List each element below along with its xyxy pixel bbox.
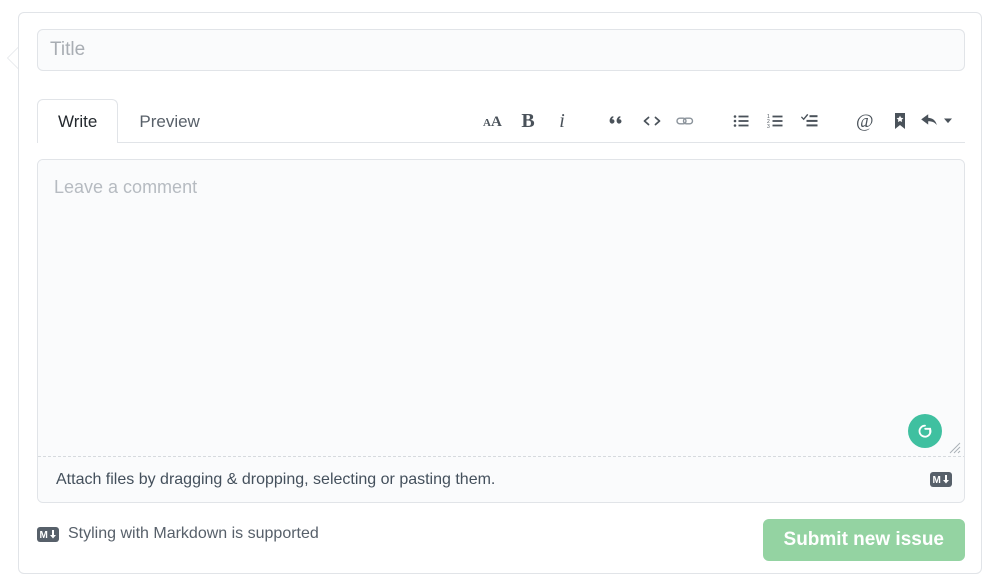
svg-text:M: M [933, 475, 941, 485]
ordered-list-icon[interactable]: 1 2 3 [759, 104, 793, 138]
comment-write-area: Attach files by dragging & dropping, sel… [37, 159, 965, 503]
attach-files-bar[interactable]: Attach files by dragging & dropping, sel… [38, 456, 964, 502]
editor-tabnav: Write Preview A A B i 1 2 3 @ [37, 99, 965, 144]
markdown-icon: M [37, 526, 59, 542]
new-issue-comment-box: Write Preview A A B i [7, 12, 982, 574]
svg-text:A: A [483, 117, 491, 129]
unordered-list-icon[interactable] [725, 104, 759, 138]
toolbar-group-insert [601, 104, 703, 138]
resize-grip-icon[interactable] [945, 438, 961, 454]
form-footer: M Styling with Markdown is supported Sub… [37, 519, 965, 563]
mention-icon[interactable]: @ [849, 104, 883, 138]
italic-icon[interactable]: i [545, 104, 579, 138]
heading-icon[interactable]: A A [477, 104, 511, 138]
bold-icon[interactable]: B [511, 104, 545, 138]
saved-replies-icon[interactable] [883, 104, 917, 138]
toolbar-group-lists: 1 2 3 [725, 104, 827, 138]
markdown-supported-label: Styling with Markdown is supported [68, 525, 319, 542]
comment-input[interactable] [38, 160, 964, 456]
quote-icon[interactable] [601, 104, 635, 138]
speech-bubble-pointer [8, 48, 18, 68]
grammarly-icon[interactable] [908, 414, 942, 448]
svg-text:@: @ [856, 111, 874, 131]
reply-icon[interactable] [917, 104, 961, 138]
markdown-icon: M [930, 472, 952, 487]
editor-tabs: Write Preview [37, 99, 221, 144]
toolbar-group-text: A A B i [477, 104, 579, 138]
markdown-supported-note[interactable]: M Styling with Markdown is supported [37, 525, 319, 543]
screen: Write Preview A A B i [0, 0, 1000, 586]
markdown-toolbar: A A B i 1 2 3 @ [477, 99, 961, 143]
attach-files-label: Attach files by dragging & dropping, sel… [56, 470, 496, 488]
task-list-icon[interactable] [793, 104, 827, 138]
svg-text:3: 3 [767, 124, 770, 129]
submit-new-issue-button[interactable]: Submit new issue [762, 519, 965, 561]
issue-title-input[interactable] [37, 29, 965, 71]
tab-write[interactable]: Write [37, 99, 119, 144]
svg-text:A: A [491, 114, 502, 129]
svg-text:M: M [40, 530, 48, 540]
code-icon[interactable] [635, 104, 669, 138]
toolbar-group-reference: @ [849, 104, 961, 138]
tab-preview[interactable]: Preview [118, 99, 220, 143]
link-icon[interactable] [669, 104, 703, 138]
